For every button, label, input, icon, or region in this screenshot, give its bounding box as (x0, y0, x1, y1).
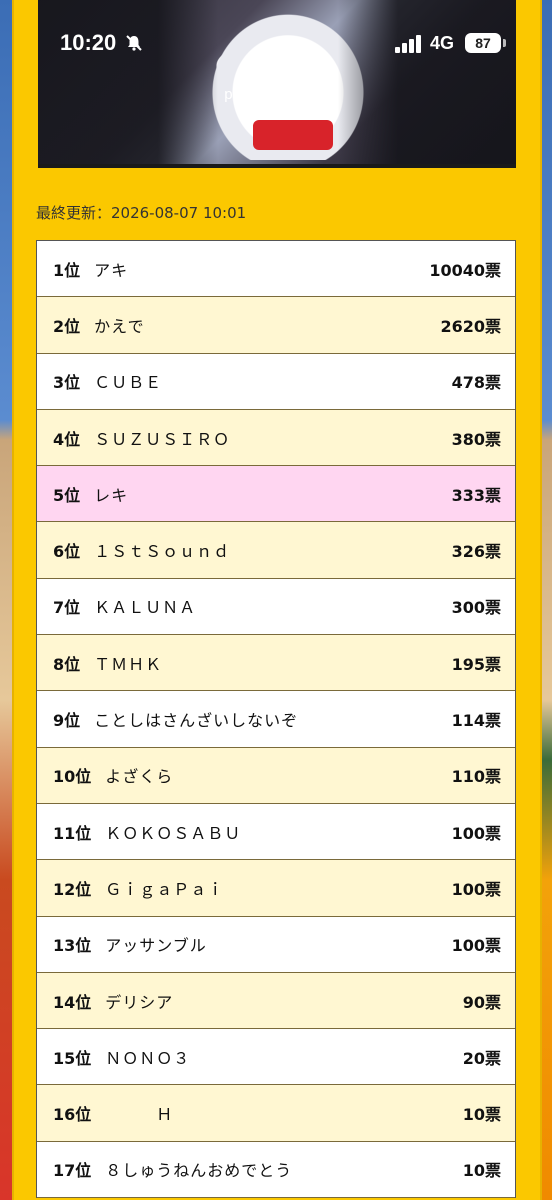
address-bar-url[interactable]: p.eagate.573.jp (0, 86, 552, 103)
entry-name: ＮＯＮＯ３ (105, 1048, 191, 1068)
entry-name: １ＳｔＳｏｕｎｄ (94, 542, 231, 562)
network-type: 4G (430, 33, 455, 53)
status-bar: 10:20 4G 87 (0, 0, 552, 90)
vote-count: 100票 (451, 936, 501, 956)
vote-count: 100票 (451, 823, 501, 843)
vote-count: 300票 (451, 598, 501, 618)
ranking-row: 8位 ＴＭＨＫ 195票 (37, 635, 515, 692)
vote-count: 10票 (462, 1161, 501, 1181)
vote-count: 110票 (451, 767, 501, 787)
rank-label: 2位 (53, 316, 81, 336)
bell-muted-icon (126, 35, 142, 51)
entry-name: ＳＵＺＵＳＩＲＯ (94, 429, 231, 449)
entry-name: ＫＡＬＵＮＡ (94, 598, 197, 618)
vote-count: 326票 (451, 542, 501, 562)
entry-name: ことしはさんざいしないぞ (94, 711, 299, 731)
ranking-row: 4位 ＳＵＺＵＳＩＲＯ 380票 (37, 409, 515, 467)
rank-label: 4位 (53, 429, 81, 449)
rank-label: 8位 (53, 654, 81, 674)
rank-label: 7位 (53, 598, 81, 618)
ranking-row: 9位 ことしはさんざいしないぞ 114票 (37, 691, 515, 748)
ranking-row: 1位 アキ 10040票 (37, 241, 515, 298)
signal-icon (395, 35, 421, 53)
vote-count: 333票 (451, 485, 501, 505)
rank-label: 14位 (53, 992, 92, 1012)
entry-name: ＣＵＢＥ (94, 373, 163, 393)
status-time: 10:20 (60, 30, 117, 55)
rank-label: 15位 (53, 1048, 92, 1068)
entry-name: レキ (94, 485, 129, 505)
entry-name: Ｈ (105, 1105, 174, 1125)
ranking-row: 10位 よざくら 110票 (37, 747, 515, 804)
rank-label: 17位 (53, 1161, 92, 1181)
ranking-row: 15位 ＮＯＮＯ３ 20票 (37, 1029, 515, 1086)
vote-count: 20票 (462, 1048, 501, 1068)
vote-count: 90票 (462, 992, 501, 1012)
entry-name: ＧｉｇａＰａｉ (105, 879, 225, 899)
ranking-row: 12位 ＧｉｇａＰａｉ 100票 (37, 860, 515, 917)
rank-label: 16位 (53, 1105, 92, 1125)
entry-name: デリシア (105, 992, 174, 1012)
entry-name: ＫＯＫＯＳＡＢＵ (105, 823, 242, 843)
ranking-row: 16位 Ｈ 10票 (37, 1085, 515, 1142)
ranking-row: 2位 かえで 2620票 (37, 297, 515, 354)
ranking-row: 5位 レキ 333票 (37, 466, 515, 523)
last-updated-text: 最終更新：2026-08-07 10:01 (36, 204, 247, 222)
entry-name: ＴＭＨＫ (94, 654, 163, 674)
ranking-row: 11位 ＫＯＫＯＳＡＢＵ 100票 (37, 803, 515, 861)
entry-name: アキ (94, 260, 129, 280)
vote-count: 100票 (451, 879, 501, 899)
ranking-table: 1位 アキ 10040票 2位 かえで 2620票 3位 ＣＵＢＥ 478票 4位 ＳＵＺＵＳＩＲＯ… (36, 240, 516, 1199)
rank-label: 12位 (53, 879, 92, 899)
vote-count: 380票 (451, 429, 501, 449)
ranking-row: 3位 ＣＵＢＥ 478票 (37, 353, 515, 410)
battery-icon: 87 (465, 33, 501, 53)
rank-label: 3位 (53, 373, 81, 393)
ranking-row: 17位 ８しゅうねんおめでとう 10票 (37, 1141, 515, 1199)
rank-label: 5位 (53, 485, 81, 505)
entry-name: アッサンブル (105, 936, 207, 956)
vote-count: 10040票 (429, 260, 501, 280)
vote-count: 10票 (462, 1105, 501, 1125)
rank-label: 9位 (53, 711, 81, 731)
ranking-row: 6位 １ＳｔＳｏｕｎｄ 326票 (37, 522, 515, 579)
battery-tip (503, 39, 506, 47)
ranking-row: 14位 デリシア 90票 (37, 972, 515, 1030)
ranking-row: 7位 ＫＡＬＵＮＡ 300票 (37, 578, 515, 636)
vote-count: 2620票 (440, 316, 501, 336)
ranking-row: 13位 アッサンブル 100票 (37, 916, 515, 973)
entry-name: よざくら (105, 767, 174, 787)
vote-count: 478票 (451, 373, 501, 393)
entry-name: かえで (94, 316, 145, 336)
rank-label: 10位 (53, 767, 92, 787)
vote-count: 195票 (451, 654, 501, 674)
rank-label: 11位 (53, 823, 92, 843)
rank-label: 6位 (53, 542, 81, 562)
rank-label: 13位 (53, 936, 92, 956)
vote-count: 114票 (451, 711, 501, 731)
rank-label: 1位 (53, 260, 81, 280)
entry-name: ８しゅうねんおめでとう (105, 1161, 293, 1181)
